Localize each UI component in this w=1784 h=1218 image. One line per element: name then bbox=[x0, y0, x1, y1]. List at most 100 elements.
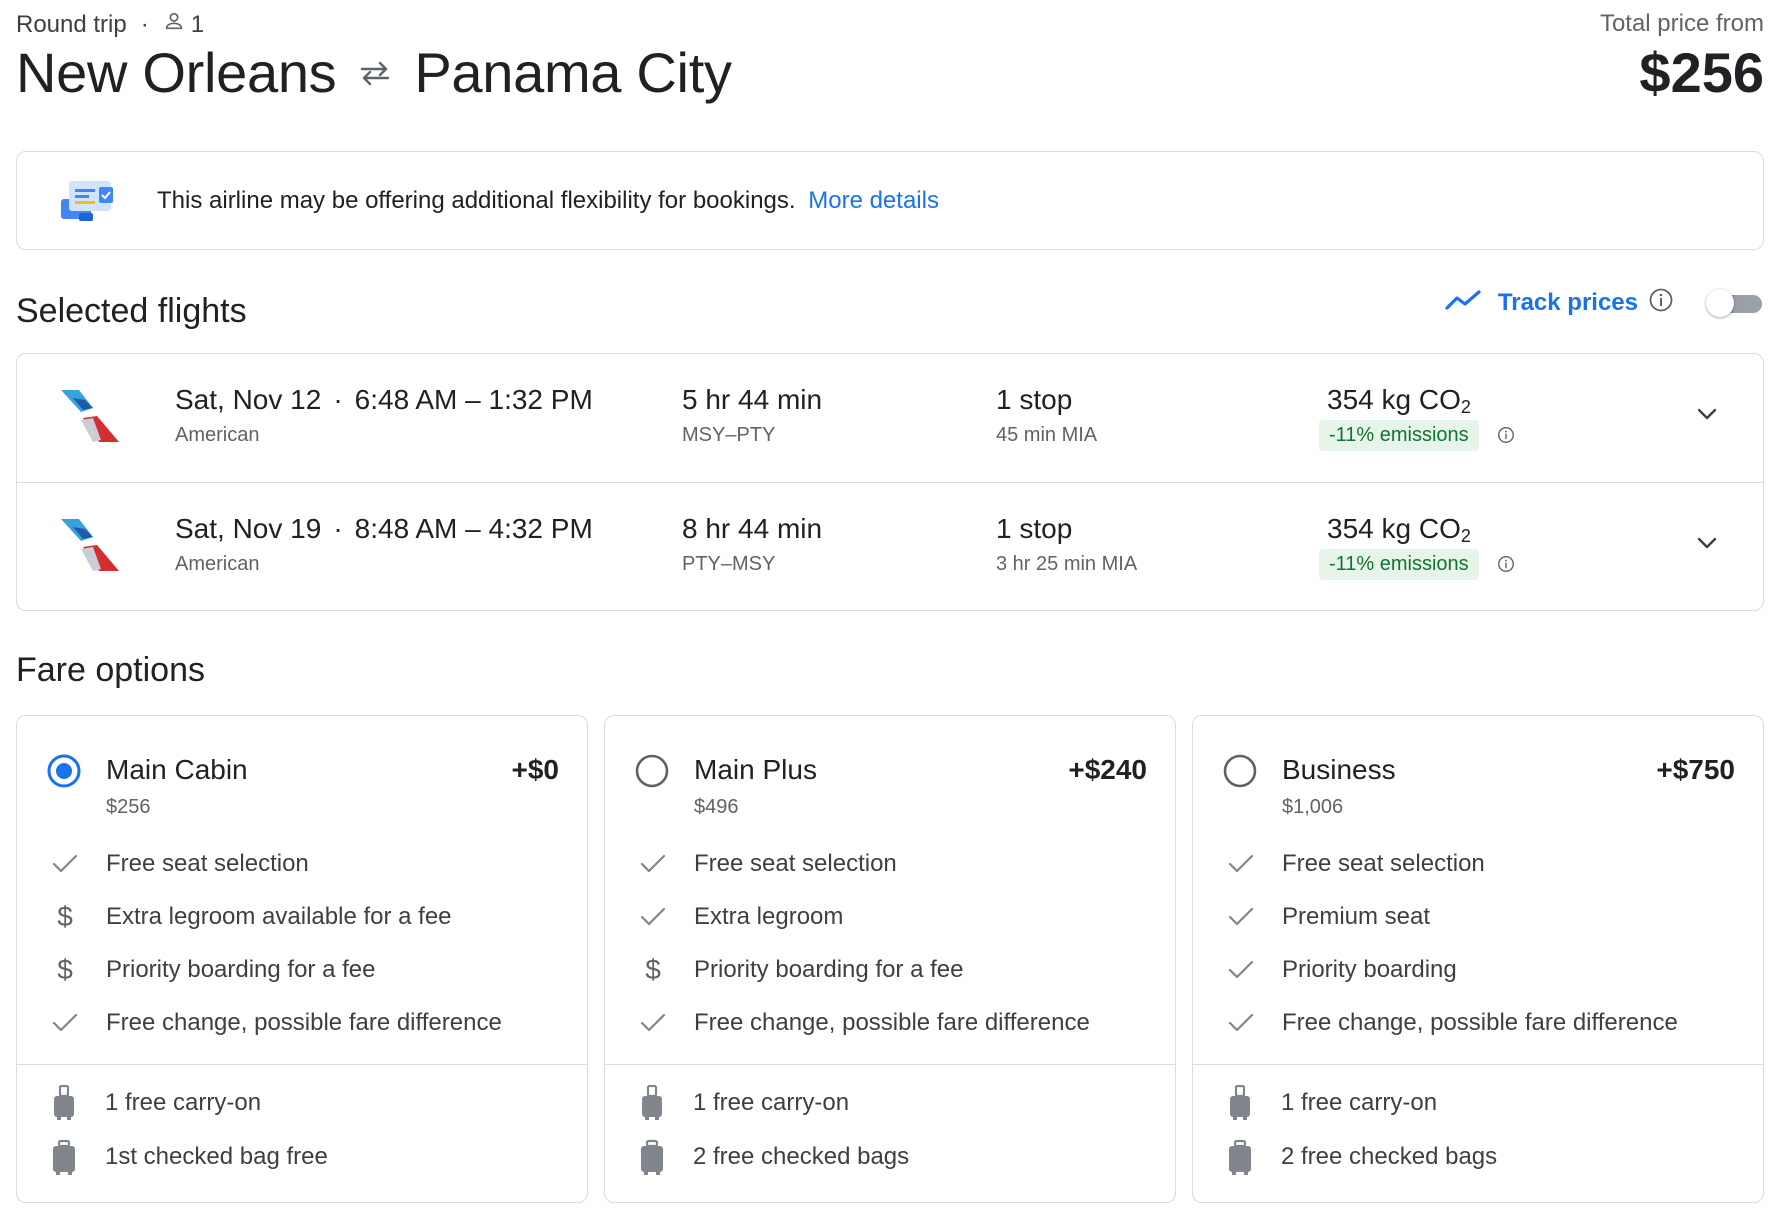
flight-row-outbound[interactable]: Sat, Nov 12 · 6:48 AM – 1:32 PM American 5… bbox=[17, 354, 1763, 481]
layover-info: 3 hr 25 min MIA bbox=[996, 553, 1138, 575]
airport-codes: MSY–PTY bbox=[682, 424, 776, 446]
fare-feature: Priority boarding bbox=[1223, 955, 1457, 985]
bag-allowance: 1 free carry-on bbox=[1227, 1085, 1437, 1121]
airline-name: American bbox=[175, 553, 260, 575]
flight-times: 6:48 AM – 1:32 PM bbox=[354, 384, 593, 415]
flight-row-return[interactable]: Sat, Nov 19 · 8:48 AM – 4:32 PM American 8… bbox=[17, 482, 1763, 610]
carry-on-bag-icon bbox=[639, 1085, 665, 1121]
passenger-count-value: 1 bbox=[190, 10, 205, 38]
route-title: New Orleans Panama City bbox=[16, 40, 732, 105]
american-airlines-logo bbox=[59, 515, 121, 575]
radio-unselected[interactable] bbox=[1223, 754, 1257, 788]
toggle-knob bbox=[1706, 288, 1734, 317]
selected-flights-title: Selected flights bbox=[16, 292, 247, 330]
more-details-link[interactable]: More details bbox=[808, 187, 939, 214]
separator-dot: · bbox=[333, 384, 343, 415]
check-icon bbox=[47, 1008, 83, 1038]
chevron-down-icon[interactable] bbox=[1693, 400, 1721, 433]
trip-type: Round trip bbox=[16, 10, 127, 38]
chevron-down-icon[interactable] bbox=[1693, 529, 1721, 562]
flight-duration: 8 hr 44 min bbox=[682, 513, 823, 544]
co2-emissions: 354 kg CO2 bbox=[1327, 384, 1471, 418]
divider bbox=[605, 1064, 1175, 1065]
fare-feature-text: Premium seat bbox=[1282, 903, 1431, 930]
check-icon bbox=[635, 1008, 671, 1038]
fare-total: $1,006 bbox=[1282, 796, 1344, 818]
track-prices-label[interactable]: Track prices bbox=[1498, 289, 1638, 317]
total-price-label: Total price from bbox=[1599, 10, 1764, 37]
person-icon bbox=[163, 10, 185, 39]
bag-text: 2 free checked bags bbox=[1281, 1143, 1498, 1170]
bag-text: 2 free checked bags bbox=[693, 1143, 910, 1170]
fare-card-business[interactable]: Business $1,006 +$750 Free seat selectio… bbox=[1192, 715, 1764, 1203]
fare-feature-text: Free seat selection bbox=[1282, 850, 1485, 877]
co2-value: 354 kg CO bbox=[1327, 384, 1461, 415]
booking-flexibility-icon bbox=[59, 177, 119, 225]
fare-feature-text: Priority boarding bbox=[1282, 956, 1457, 983]
checked-bag-icon bbox=[1227, 1139, 1253, 1175]
info-icon[interactable] bbox=[1648, 287, 1674, 318]
flight-date: Sat, Nov 19 bbox=[175, 513, 322, 544]
check-icon bbox=[1223, 902, 1259, 932]
fare-card-main-cabin[interactable]: Main Cabin $256 +$0 Free seat selection … bbox=[16, 715, 588, 1203]
track-prices-toggle[interactable] bbox=[1706, 288, 1764, 318]
emissions-badge: -11% emissions bbox=[1319, 549, 1479, 580]
fare-total: $496 bbox=[694, 796, 739, 818]
flight-duration: 5 hr 44 min bbox=[682, 384, 823, 415]
fare-feature: Premium seat bbox=[1223, 902, 1430, 932]
track-prices: Track prices bbox=[1444, 287, 1764, 318]
fare-feature-text: Free seat selection bbox=[694, 850, 897, 877]
bag-allowance: 2 free checked bags bbox=[1227, 1139, 1497, 1175]
divider bbox=[17, 1064, 587, 1065]
fare-total: $256 bbox=[106, 796, 151, 818]
banner-text: This airline may be offering additional … bbox=[157, 187, 939, 215]
co2-subscript: 2 bbox=[1460, 397, 1471, 417]
checked-bag-icon bbox=[51, 1139, 77, 1175]
bag-text: 1 free carry-on bbox=[105, 1089, 262, 1116]
radio-selected[interactable] bbox=[47, 754, 81, 788]
origin-city: New Orleans bbox=[16, 41, 337, 104]
fare-feature-text: Priority boarding for a fee bbox=[106, 956, 376, 983]
fare-feature: $ Priority boarding for a fee bbox=[47, 954, 376, 985]
carry-on-bag-icon bbox=[1227, 1085, 1253, 1121]
layover-info: 45 min MIA bbox=[996, 424, 1098, 446]
info-icon[interactable] bbox=[1497, 426, 1515, 449]
bag-text: 1 free carry-on bbox=[693, 1089, 850, 1116]
fare-feature: Free seat selection bbox=[47, 849, 309, 879]
check-icon bbox=[47, 849, 83, 879]
flight-times: 8:48 AM – 4:32 PM bbox=[354, 513, 593, 544]
fare-card-main-plus[interactable]: Main Plus $496 +$240 Free seat selection… bbox=[604, 715, 1176, 1203]
info-icon[interactable] bbox=[1497, 555, 1515, 578]
stop-count: 1 stop bbox=[996, 513, 1073, 544]
dollar-icon: $ bbox=[57, 954, 73, 985]
fare-feature: Free seat selection bbox=[635, 849, 897, 879]
swap-arrows-icon bbox=[358, 60, 392, 86]
flight-date-time: Sat, Nov 19 · 8:48 AM – 4:32 PM bbox=[175, 513, 593, 545]
fare-price-delta: +$240 bbox=[1068, 754, 1147, 785]
bag-allowance: 1 free carry-on bbox=[51, 1085, 261, 1121]
radio-unselected[interactable] bbox=[635, 754, 669, 788]
fare-options-list: Main Cabin $256 +$0 Free seat selection … bbox=[16, 715, 1764, 1203]
fare-feature-text: Free change, possible fare difference bbox=[694, 1009, 1090, 1036]
fare-price-delta: +$0 bbox=[511, 754, 560, 785]
bag-allowance: 2 free checked bags bbox=[639, 1139, 909, 1175]
divider bbox=[1193, 1064, 1763, 1065]
total-price: $256 bbox=[1639, 41, 1764, 104]
fare-feature-text: Free change, possible fare difference bbox=[1282, 1009, 1678, 1036]
dollar-icon: $ bbox=[645, 954, 661, 985]
fare-price-delta: +$750 bbox=[1656, 754, 1735, 785]
check-icon bbox=[635, 849, 671, 879]
fare-options-title: Fare options bbox=[16, 651, 205, 689]
bag-text: 1st checked bag free bbox=[105, 1143, 328, 1170]
bag-text: 1 free carry-on bbox=[1281, 1089, 1438, 1116]
airport-codes: PTY–MSY bbox=[682, 553, 776, 575]
check-icon bbox=[1223, 955, 1259, 985]
co2-subscript: 2 bbox=[1460, 526, 1471, 546]
checked-bag-icon bbox=[639, 1139, 665, 1175]
fare-feature-text: Extra legroom bbox=[694, 903, 844, 930]
fare-feature: Free change, possible fare difference bbox=[1223, 1008, 1678, 1038]
check-icon bbox=[1223, 849, 1259, 879]
carry-on-bag-icon bbox=[51, 1085, 77, 1121]
emissions-badge: -11% emissions bbox=[1319, 420, 1479, 451]
fare-feature: Free seat selection bbox=[1223, 849, 1485, 879]
